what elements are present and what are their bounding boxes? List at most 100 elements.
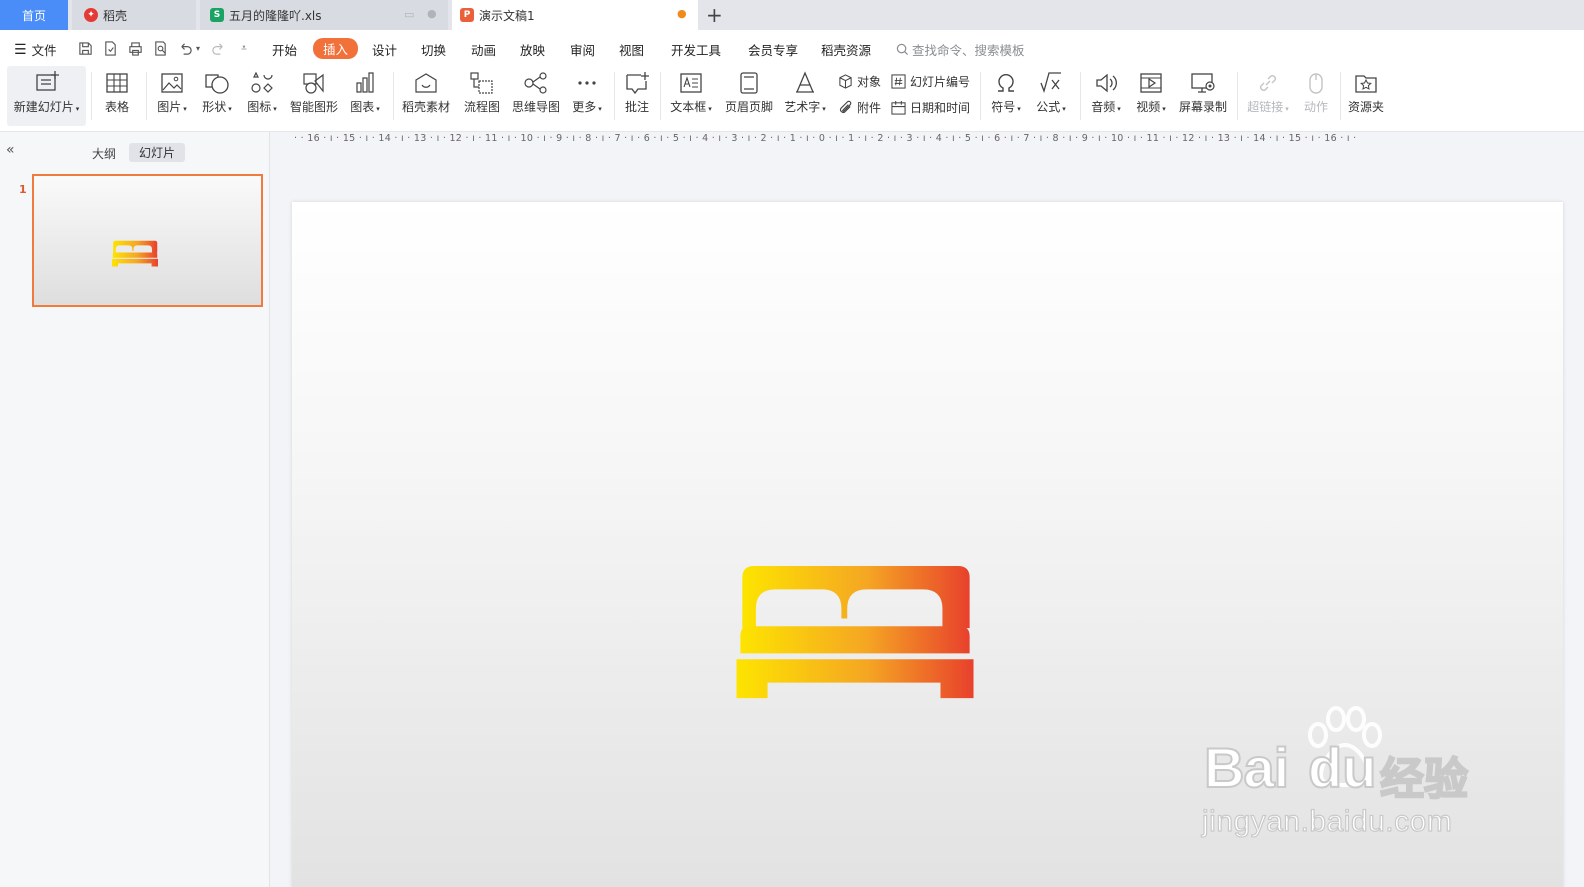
hash-icon (891, 74, 906, 89)
ribbon-divider (980, 72, 981, 120)
object-button[interactable]: 对象 (838, 73, 881, 90)
menu-design[interactable]: 设计 (372, 40, 397, 59)
print-preview-icon[interactable] (151, 39, 169, 57)
command-search[interactable]: 查找命令、搜索模板 (896, 40, 1025, 59)
menu-start[interactable]: 开始 (272, 40, 297, 59)
dropdown-chevron-icon: ▾ (1017, 105, 1021, 113)
formula-button[interactable]: 公式 ▾ (1031, 66, 1071, 126)
redo-icon[interactable] (209, 39, 227, 57)
chart-button[interactable]: 图表 ▾ (345, 66, 385, 126)
menu-review[interactable]: 审阅 (570, 40, 595, 59)
tab-presentation[interactable]: P 演示文稿1 ● (452, 0, 698, 30)
more-label: 更多 ▾ (572, 100, 602, 114)
header-footer-button[interactable]: 页眉页脚 (722, 66, 776, 126)
menu-view[interactable]: 视图 (619, 40, 644, 59)
action-button[interactable]: 动作 (1298, 66, 1334, 126)
flowchart-button[interactable]: 流程图 (460, 66, 504, 126)
dropdown-chevron-icon: ▾ (1062, 105, 1066, 113)
mindmap-button[interactable]: 思维导图 (509, 66, 563, 126)
wordart-button[interactable]: 艺术字 ▾ (781, 66, 829, 126)
tab-close-dot-icon[interactable]: ● (427, 7, 437, 20)
dropdown-chevron-icon: ▾ (273, 105, 277, 113)
menu-animation[interactable]: 动画 (471, 40, 496, 59)
icon-button[interactable]: 图标 ▾ (242, 66, 282, 126)
customize-toolbar-chevron-icon[interactable]: ⩡ (235, 39, 253, 57)
tab-home-label: 首页 (21, 8, 46, 23)
new-tab-plus-icon[interactable]: + (706, 3, 723, 27)
tab-docer[interactable]: ✦ 稻壳 (72, 0, 196, 30)
comment-button[interactable]: 批注 (620, 66, 654, 126)
audio-button[interactable]: 音频 ▾ (1086, 66, 1126, 126)
horizontal-ruler: · · 16 · ı · 15 · ı · 14 · ı · 13 · ı · … (294, 133, 1564, 149)
undo-dropdown-chevron-icon[interactable]: ▾ (193, 39, 203, 57)
slide-number-label: 幻灯片编号 (910, 75, 971, 89)
header-footer-icon (740, 72, 758, 94)
dropdown-chevron-icon: ▾ (228, 105, 232, 113)
video-button[interactable]: 视频 ▾ (1131, 66, 1171, 126)
symbol-button[interactable]: 符号 ▾ (986, 66, 1026, 126)
table-icon (106, 73, 128, 93)
ribbon-divider (660, 72, 661, 120)
mindmap-label: 思维导图 (511, 100, 560, 114)
object-icon (839, 74, 852, 89)
file-menu[interactable]: ☰ 文件 (14, 40, 57, 59)
formula-icon (1040, 72, 1061, 94)
watermark-brand-right: du (1307, 735, 1377, 800)
monitor-icon[interactable]: ▭ (404, 8, 414, 21)
menu-insert[interactable]: 插入 (313, 38, 359, 59)
more-dots-icon (578, 81, 596, 85)
resource-folder-button[interactable]: 资源夹 (1346, 66, 1386, 126)
tab-home[interactable]: 首页 (0, 0, 68, 30)
screen-record-button[interactable]: 屏幕录制 (1176, 66, 1230, 126)
tab-slides[interactable]: 幻灯片 (129, 143, 186, 162)
menu-slideshow[interactable]: 放映 (520, 40, 545, 59)
dropdown-chevron-icon: ▾ (1162, 105, 1166, 113)
export-pdf-icon[interactable] (101, 39, 119, 57)
collapse-panel-icon[interactable]: « (6, 142, 15, 158)
date-time-button[interactable]: 日期和时间 (891, 99, 970, 116)
star-folder-icon (1355, 75, 1377, 93)
new-slide-button[interactable]: 新建幻灯片 ▾ (7, 66, 86, 126)
speaker-icon (1096, 73, 1117, 93)
docer-material-button[interactable]: 稻壳素材 (399, 66, 453, 126)
screen-record-icon (1191, 73, 1215, 93)
ruler-ticks: · · 16 · ı · 15 · ı · 14 · ı · 13 · ı · … (294, 133, 1357, 144)
ribbon-divider (146, 72, 147, 120)
menu-transition[interactable]: 切换 (421, 40, 446, 59)
docer-material-label: 稻壳素材 (401, 100, 450, 114)
table-button[interactable]: 表格 (97, 66, 137, 126)
tab-spreadsheet[interactable]: S 五月的隆隆吖.xls ▭ ● (200, 0, 448, 30)
video-label: 视频 ▾ (1136, 100, 1166, 114)
print-icon[interactable] (126, 39, 144, 57)
watermark-brand-left: Bai (1203, 735, 1290, 800)
slide-number-button[interactable]: 幻灯片编号 (891, 73, 970, 90)
undo-icon[interactable] (176, 39, 194, 57)
more-button[interactable]: 更多 ▾ (567, 66, 607, 126)
textbox-label: 文本框 ▾ (670, 100, 712, 114)
video-icon (1140, 73, 1162, 93)
attachment-button[interactable]: 附件 (838, 99, 881, 116)
menu-developer-tools[interactable]: 开发工具 (671, 40, 721, 59)
shape-button[interactable]: 形状 ▾ (197, 66, 237, 126)
picture-icon (161, 73, 183, 93)
textbox-icon (680, 73, 702, 93)
flowchart-label: 流程图 (463, 100, 500, 114)
tab-outline[interactable]: 大纲 (92, 145, 116, 162)
textbox-button[interactable]: 文本框 ▾ (666, 66, 716, 126)
hyperlink-button[interactable]: 超链接 ▾ (1243, 66, 1293, 126)
paperclip-icon (839, 100, 852, 114)
comment-icon (626, 72, 649, 95)
spreadsheet-icon: S (210, 8, 224, 22)
smartart-button[interactable]: 智能图形 (288, 66, 340, 126)
ribbon-divider (1237, 72, 1238, 120)
slide-thumbnail[interactable] (32, 174, 263, 307)
calendar-icon (891, 100, 906, 115)
picture-button[interactable]: 图片 ▾ (152, 66, 192, 126)
menu-member[interactable]: 会员专享 (748, 40, 798, 59)
unsaved-dot-icon[interactable]: ● (677, 7, 687, 20)
docer-logo-icon: ✦ (84, 8, 98, 22)
menu-docer-resources[interactable]: 稻壳资源 (821, 40, 871, 59)
bed-icon[interactable] (733, 566, 977, 702)
action-label: 动作 (1303, 100, 1328, 114)
save-icon[interactable] (76, 39, 94, 57)
